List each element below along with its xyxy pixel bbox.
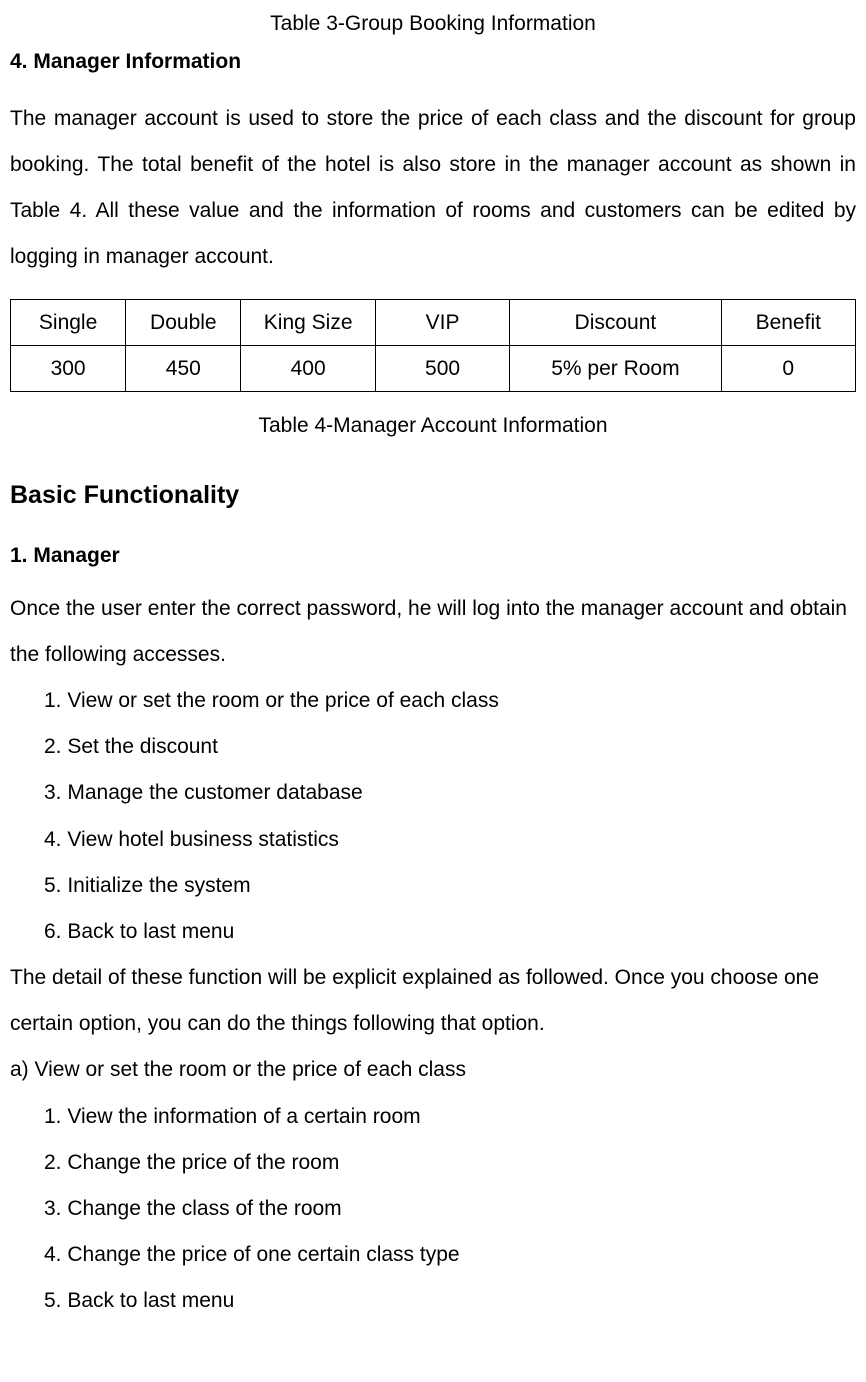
th-double: Double	[126, 299, 241, 345]
th-single: Single	[11, 299, 126, 345]
list-item: 4. Change the price of one certain class…	[44, 1232, 856, 1278]
th-king-size: King Size	[241, 299, 375, 345]
section4-paragraph: The manager account is used to store the…	[10, 96, 856, 281]
td-vip: 500	[375, 345, 509, 391]
sub-a-heading: a) View or set the room or the price of …	[10, 1047, 856, 1093]
list-item: 1. View or set the room or the price of …	[44, 678, 856, 724]
list-item: 2. Set the discount	[44, 724, 856, 770]
list-item: 2. Change the price of the room	[44, 1140, 856, 1186]
td-benefit: 0	[721, 345, 855, 391]
basic-functionality-heading: Basic Functionality	[10, 472, 856, 520]
list-item: 4. View hotel business statistics	[44, 817, 856, 863]
table3-caption: Table 3-Group Booking Information	[10, 4, 856, 44]
th-vip: VIP	[375, 299, 509, 345]
table-header-row: Single Double King Size VIP Discount Ben…	[11, 299, 856, 345]
td-discount: 5% per Room	[510, 345, 721, 391]
list-item: 5. Back to last menu	[44, 1278, 856, 1324]
th-benefit: Benefit	[721, 299, 855, 345]
list-item: 1. View the information of a certain roo…	[44, 1094, 856, 1140]
th-discount: Discount	[510, 299, 721, 345]
section4-heading: 4. Manager Information	[10, 42, 856, 82]
manager-intro-paragraph: Once the user enter the correct password…	[10, 586, 856, 678]
list-item: 6. Back to last menu	[44, 909, 856, 955]
sub-a-list: 1. View the information of a certain roo…	[10, 1094, 856, 1325]
table-row: 300 450 400 500 5% per Room 0	[11, 345, 856, 391]
td-double: 450	[126, 345, 241, 391]
manager-access-list: 1. View or set the room or the price of …	[10, 678, 856, 955]
post-list-paragraph: The detail of these function will be exp…	[10, 955, 856, 1047]
td-single: 300	[11, 345, 126, 391]
list-item: 3. Manage the customer database	[44, 770, 856, 816]
manager-account-table: Single Double King Size VIP Discount Ben…	[10, 299, 856, 393]
td-king-size: 400	[241, 345, 375, 391]
manager-subheading: 1. Manager	[10, 536, 856, 576]
table4-caption: Table 4-Manager Account Information	[10, 406, 856, 446]
list-item: 3. Change the class of the room	[44, 1186, 856, 1232]
list-item: 5. Initialize the system	[44, 863, 856, 909]
